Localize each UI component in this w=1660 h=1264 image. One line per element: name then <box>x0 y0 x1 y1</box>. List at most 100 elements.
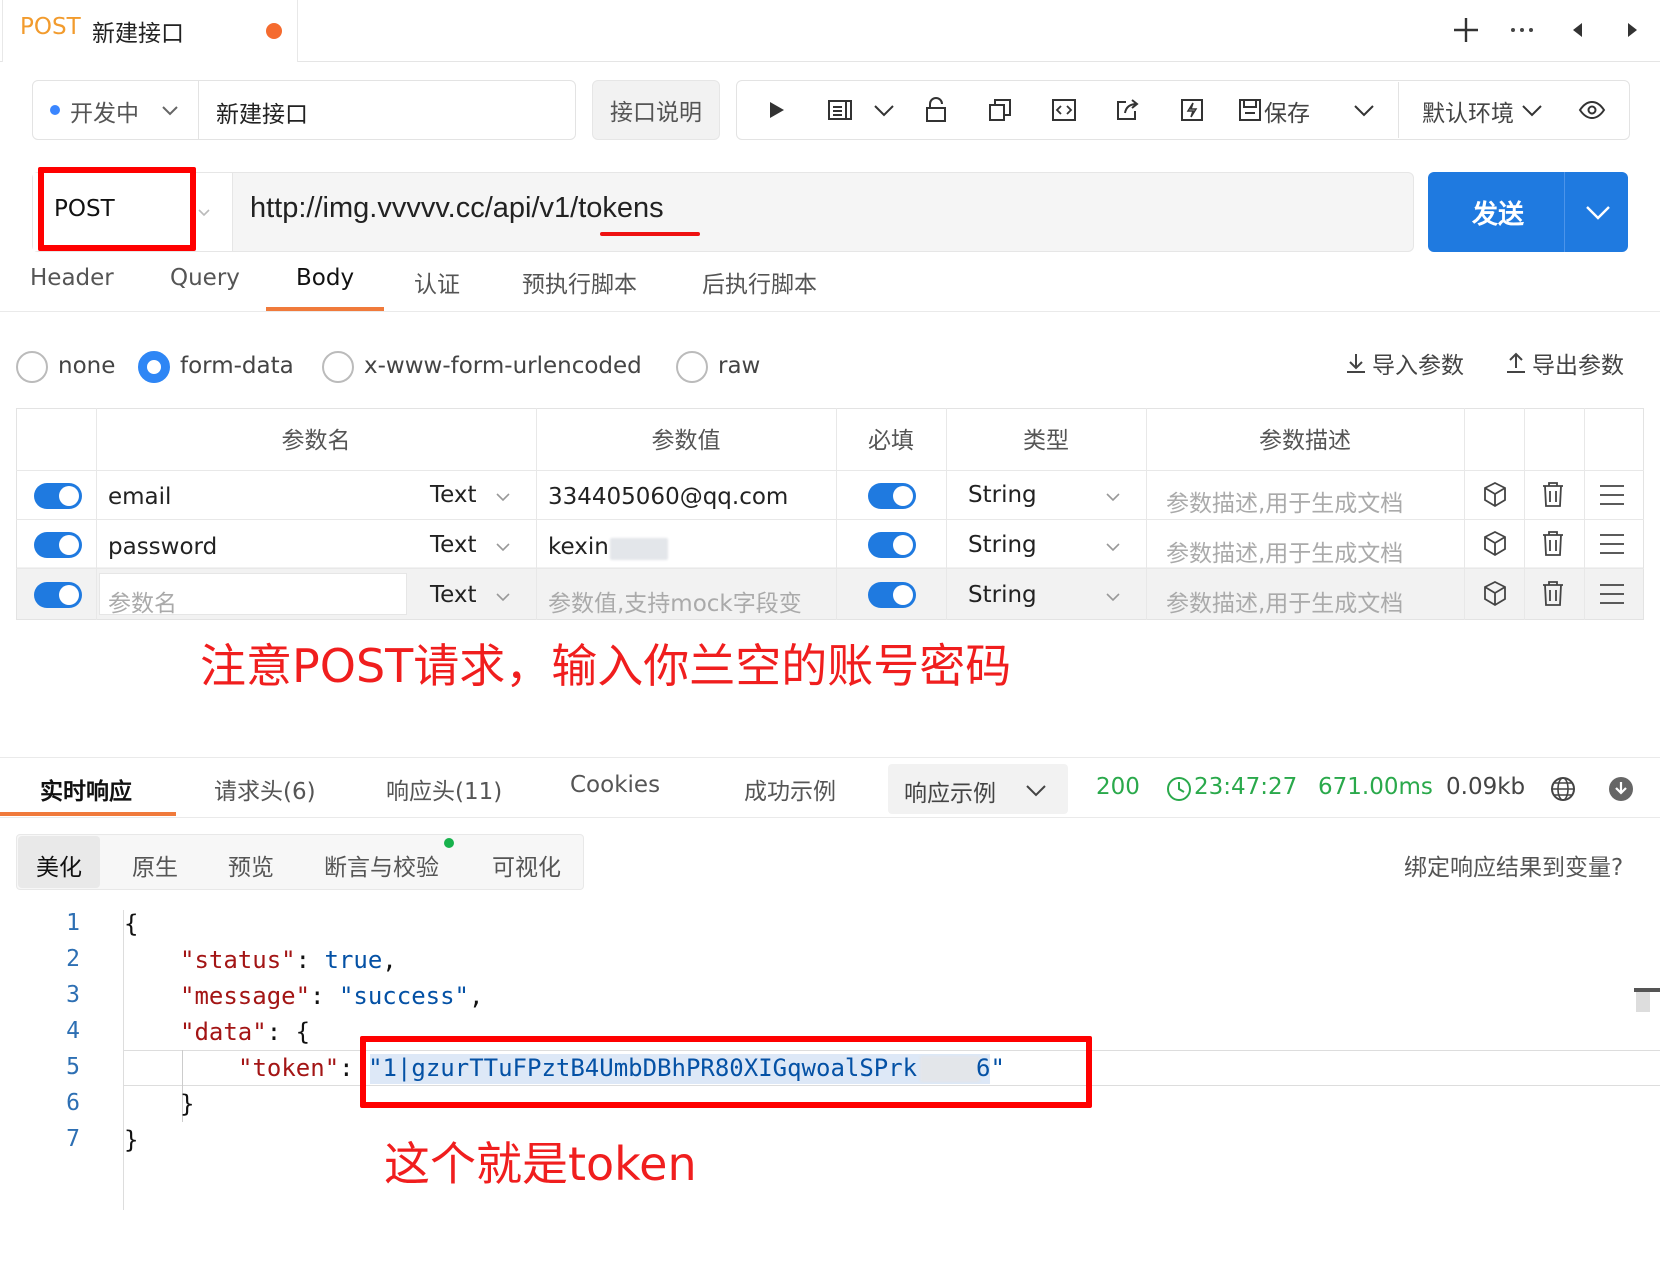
param-type[interactable]: String <box>968 482 1037 508</box>
radio-form-data[interactable] <box>138 351 170 383</box>
line-number: 7 <box>66 1126 80 1152</box>
tab-next-icon[interactable] <box>1614 12 1650 48</box>
param-name[interactable]: password <box>108 534 217 560</box>
delete-trash-icon[interactable] <box>1540 579 1566 611</box>
response-example-label: 响应示例 <box>904 781 996 807</box>
drag-handle-icon[interactable] <box>1598 582 1626 610</box>
param-format[interactable]: Text <box>430 532 477 558</box>
required-toggle[interactable] <box>868 483 916 509</box>
annotation-note-request: 注意POST请求，输入你兰空的账号密码 <box>200 639 1012 693</box>
resp-tab-request-headers[interactable]: 请求头(6) <box>214 772 316 806</box>
param-format[interactable]: Text <box>430 482 477 508</box>
send-chevron-down-icon[interactable] <box>1584 200 1612 228</box>
save-button[interactable]: 保存 <box>1264 94 1310 128</box>
param-value[interactable]: 334405060@qq.com <box>548 484 788 510</box>
scrollbar-thumb[interactable] <box>1636 992 1650 1012</box>
mock-cube-icon[interactable] <box>1482 481 1508 513</box>
radio-urlencoded[interactable] <box>322 351 354 383</box>
type-chevron-down-icon[interactable] <box>1104 538 1122 560</box>
param-name[interactable]: email <box>108 484 171 510</box>
save-icon[interactable] <box>1232 92 1268 128</box>
row-enable-toggle[interactable] <box>34 483 82 509</box>
globe-icon[interactable] <box>1550 776 1576 806</box>
send-button[interactable]: 发送 <box>1428 172 1568 252</box>
view-tab-pretty[interactable]: 美化 <box>36 848 82 882</box>
redacted-mask <box>610 538 668 560</box>
param-description[interactable]: 参数描述,用于生成文档 <box>1166 484 1403 518</box>
param-type[interactable]: String <box>968 582 1037 608</box>
doc-chevron-down-icon[interactable] <box>866 92 902 128</box>
th-param-name: 参数名 <box>281 428 351 454</box>
api-name-input[interactable]: 新建接口 <box>216 95 308 129</box>
format-chevron-down-icon[interactable] <box>494 588 512 610</box>
type-chevron-down-icon[interactable] <box>1104 588 1122 610</box>
delete-trash-icon[interactable] <box>1540 529 1566 561</box>
format-chevron-down-icon[interactable] <box>494 538 512 560</box>
url-input[interactable] <box>250 192 1150 225</box>
lock-icon[interactable] <box>918 92 954 128</box>
mock-cube-icon[interactable] <box>1482 580 1508 612</box>
mock-cube-icon[interactable] <box>1482 530 1508 562</box>
tab-prev-icon[interactable] <box>1560 12 1596 48</box>
export-params-label: 导出参数 <box>1532 353 1624 379</box>
response-example-chevron-down-icon <box>1024 778 1048 806</box>
import-params-button[interactable]: 导入参数 <box>1344 346 1464 380</box>
param-type[interactable]: String <box>968 532 1037 558</box>
param-value[interactable]: kexin <box>548 534 609 560</box>
line-number: 6 <box>66 1090 80 1116</box>
share-icon[interactable] <box>1110 92 1146 128</box>
resp-tab-live[interactable]: 实时响应 <box>40 772 132 806</box>
annotation-underline-tokens <box>600 232 700 236</box>
param-description[interactable]: 参数描述,用于生成文档 <box>1166 584 1403 618</box>
env-chevron-down-icon[interactable] <box>1514 92 1550 128</box>
tab-pre-script[interactable]: 预执行脚本 <box>522 265 637 299</box>
api-doc-button[interactable]: 接口说明 <box>592 80 720 140</box>
bind-response-variable-link[interactable]: 绑定响应结果到变量? <box>1404 848 1623 882</box>
required-toggle[interactable] <box>868 532 916 558</box>
run-play-icon[interactable] <box>758 92 794 128</box>
param-value-placeholder[interactable]: 参数值,支持mock字段变 <box>548 584 802 618</box>
annotation-note-token: 这个就是token <box>384 1137 697 1191</box>
download-circle-icon[interactable] <box>1608 776 1634 806</box>
tab-auth[interactable]: 认证 <box>414 265 460 299</box>
drag-handle-icon[interactable] <box>1598 532 1626 560</box>
download-icon <box>1347 354 1365 373</box>
resp-tab-success-example[interactable]: 成功示例 <box>744 772 836 806</box>
type-chevron-down-icon[interactable] <box>1104 488 1122 510</box>
row-enable-toggle[interactable] <box>34 532 82 558</box>
delete-trash-icon[interactable] <box>1540 480 1566 512</box>
tab-body[interactable]: Body <box>296 265 354 291</box>
code-line: } <box>180 1090 195 1118</box>
line-number: 2 <box>66 946 80 972</box>
param-format[interactable]: Text <box>430 582 477 608</box>
row-enable-toggle[interactable] <box>34 582 82 608</box>
drag-handle-icon[interactable] <box>1598 483 1626 511</box>
eye-icon[interactable] <box>1574 92 1610 128</box>
environment-select[interactable]: 默认环境 <box>1422 94 1514 128</box>
col-divider <box>1524 408 1525 620</box>
radio-raw[interactable] <box>676 351 708 383</box>
new-tab-plus-icon[interactable] <box>1448 12 1484 48</box>
view-tab-visualize[interactable]: 可视化 <box>492 848 561 882</box>
param-description[interactable]: 参数描述,用于生成文档 <box>1166 534 1403 568</box>
tab-query[interactable]: Query <box>170 265 240 291</box>
code-icon[interactable] <box>1046 92 1082 128</box>
more-icon[interactable] <box>1504 12 1540 48</box>
line-number: 1 <box>66 910 80 936</box>
param-name-placeholder: 参数名 <box>108 591 177 617</box>
flash-icon[interactable] <box>1174 92 1210 128</box>
format-chevron-down-icon[interactable] <box>494 488 512 510</box>
radio-none[interactable] <box>16 351 48 383</box>
required-toggle[interactable] <box>868 582 916 608</box>
export-params-button[interactable]: 导出参数 <box>1504 346 1624 380</box>
view-tab-assertions[interactable]: 断言与校验 <box>324 848 439 882</box>
tab-header[interactable]: Header <box>30 265 114 291</box>
copy-icon[interactable] <box>982 92 1018 128</box>
tab-post-script[interactable]: 后执行脚本 <box>702 265 817 299</box>
resp-tab-cookies[interactable]: Cookies <box>570 772 660 798</box>
view-tab-preview[interactable]: 预览 <box>228 848 274 882</box>
view-tab-raw[interactable]: 原生 <box>132 848 178 882</box>
doc-view-icon[interactable] <box>822 92 858 128</box>
resp-tab-response-headers[interactable]: 响应头(11) <box>386 772 502 806</box>
save-chevron-down-icon[interactable] <box>1346 92 1382 128</box>
